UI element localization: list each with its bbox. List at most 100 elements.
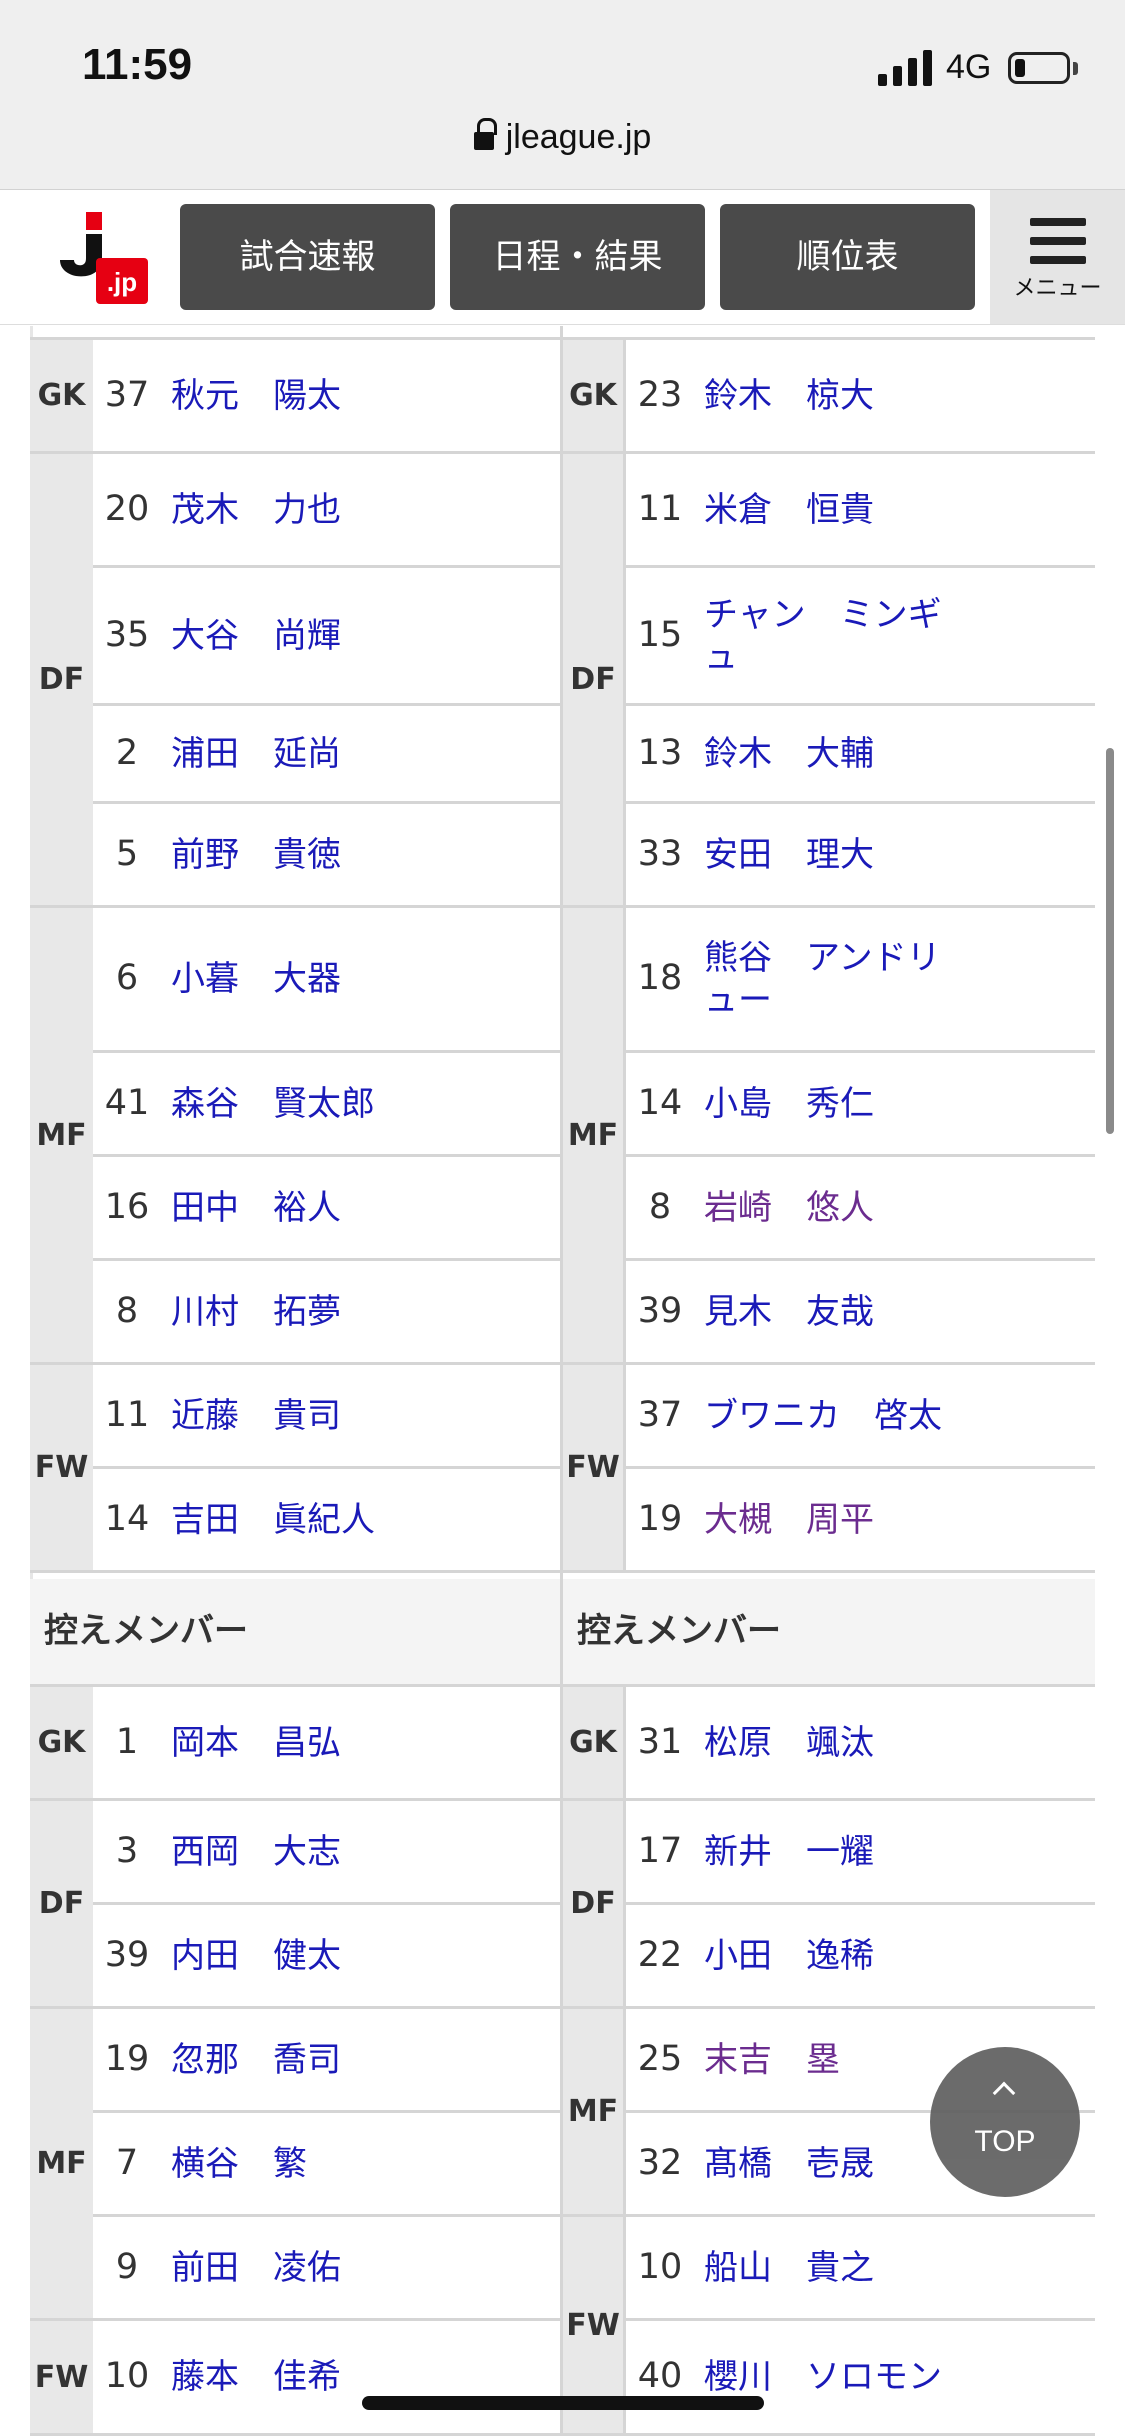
player-name-link[interactable]: 鈴木 椋大 [704, 375, 974, 417]
lock-icon [473, 118, 497, 151]
player-name-link[interactable]: 小島 秀仁 [704, 1083, 974, 1125]
player-row[interactable]: 37 ブワニカ 啓太 [626, 1365, 1095, 1469]
player-row[interactable]: 33 安田 理大 [626, 804, 1095, 908]
player-row[interactable]: 31 松原 颯汰 [626, 1687, 1095, 1801]
player-row[interactable]: 22 小田 逸稀 [626, 1905, 1095, 2009]
player-number: 39 [104, 1934, 150, 1975]
player-row[interactable]: 10 藤本 佳希 [93, 2321, 560, 2436]
player-number: 17 [637, 1830, 683, 1871]
player-name-link[interactable]: 大谷 尚輝 [171, 615, 441, 657]
player-row[interactable]: 15 チャン ミンギュ [626, 568, 1095, 706]
home-indicator [362, 2396, 764, 2410]
player-row[interactable]: 19 忽那 喬司 [93, 2009, 560, 2113]
player-number: 14 [104, 1498, 150, 1539]
player-name-link[interactable]: 吉田 眞紀人 [171, 1499, 441, 1541]
player-row[interactable]: 19 大槻 周平 [626, 1469, 1095, 1573]
player-name-link[interactable]: 横谷 繁 [171, 2143, 441, 2185]
player-row[interactable]: 39 内田 健太 [93, 1905, 560, 2009]
player-number: 1 [115, 1721, 139, 1762]
player-row[interactable]: 23 鈴木 椋大 [626, 340, 1095, 454]
player-name-link[interactable]: 新井 一耀 [704, 1831, 974, 1873]
player-name-link[interactable]: 前野 貴徳 [171, 834, 441, 876]
player-number: 35 [104, 614, 150, 655]
position-label-gk: GK [563, 1687, 626, 1801]
player-name-link[interactable]: 岩崎 悠人 [704, 1187, 974, 1229]
player-name-link[interactable]: 前田 凌佑 [171, 2247, 441, 2289]
player-row[interactable]: 2 浦田 延尚 [93, 706, 560, 804]
player-row[interactable]: 10 船山 貴之 [626, 2217, 1095, 2321]
player-name-link[interactable]: 熊谷 アンドリュー [704, 937, 974, 1021]
player-name-link[interactable]: 秋元 陽太 [171, 375, 441, 417]
player-row[interactable]: 13 鈴木 大輔 [626, 706, 1095, 804]
player-name-link[interactable]: 忽那 喬司 [171, 2039, 441, 2081]
player-name-link[interactable]: 岡本 昌弘 [171, 1722, 441, 1764]
back-to-top-button[interactable]: TOP [930, 2047, 1080, 2197]
player-row[interactable]: 14 吉田 眞紀人 [93, 1469, 560, 1573]
player-row[interactable]: 41 森谷 賢太郎 [93, 1053, 560, 1157]
player-row[interactable]: 11 近藤 貴司 [93, 1365, 560, 1469]
player-name-link[interactable]: 米倉 恒貴 [704, 489, 974, 531]
player-row[interactable]: 5 前野 貴徳 [93, 804, 560, 908]
player-number: 18 [637, 958, 683, 998]
player-name-link[interactable]: 西岡 大志 [171, 1831, 441, 1873]
player-name-link[interactable]: 小暮 大器 [171, 958, 441, 1000]
player-number: 3 [115, 1830, 139, 1871]
player-number: 41 [104, 1082, 150, 1123]
player-row[interactable]: 3 西岡 大志 [93, 1801, 560, 1905]
player-number: 11 [637, 488, 683, 529]
scrollbar[interactable] [1106, 748, 1114, 1134]
player-name-link[interactable]: 内田 健太 [171, 1935, 441, 1977]
player-row[interactable]: 35 大谷 尚輝 [93, 568, 560, 706]
player-row[interactable]: 8 岩崎 悠人 [626, 1157, 1095, 1261]
nav-standings[interactable]: 順位表 [720, 204, 975, 310]
player-row[interactable]: 40 櫻川 ソロモン [626, 2321, 1095, 2436]
player-name-link[interactable]: 船山 貴之 [704, 2247, 974, 2289]
player-name-link[interactable]: 小田 逸稀 [704, 1935, 974, 1977]
player-row[interactable]: 17 新井 一耀 [626, 1801, 1095, 1905]
player-name-link[interactable]: 浦田 延尚 [171, 733, 441, 775]
player-name-link[interactable]: 茂木 力也 [171, 489, 441, 531]
player-name-link[interactable]: チャン ミンギュ [704, 594, 974, 678]
player-name-link[interactable]: 櫻川 ソロモン [704, 2356, 974, 2398]
player-row[interactable]: 7 横谷 繁 [93, 2113, 560, 2217]
player-name-link[interactable]: 安田 理大 [704, 834, 974, 876]
player-row[interactable]: 16 田中 裕人 [93, 1157, 560, 1261]
player-name-link[interactable]: ブワニカ 啓太 [704, 1395, 974, 1437]
player-number: 11 [104, 1394, 150, 1435]
player-name-link[interactable]: 川村 拓夢 [171, 1291, 441, 1333]
player-name-link[interactable]: 大槻 周平 [704, 1499, 974, 1541]
position-label-mf: MF [563, 2009, 626, 2217]
player-name-link[interactable]: 近藤 貴司 [171, 1395, 441, 1437]
player-name-link[interactable]: 田中 裕人 [171, 1187, 441, 1229]
player-name-link[interactable]: 藤本 佳希 [171, 2356, 441, 2398]
battery-icon [1008, 52, 1070, 84]
player-number: 8 [648, 1186, 672, 1227]
player-row[interactable]: 1 岡本 昌弘 [93, 1687, 560, 1801]
browser-chrome: 11:59 4G jleague.jp [0, 0, 1125, 190]
nav-schedule-results[interactable]: 日程・結果 [450, 204, 705, 310]
player-row[interactable]: 8 川村 拓夢 [93, 1261, 560, 1365]
player-name-link[interactable]: 森谷 賢太郎 [171, 1083, 441, 1125]
address-bar[interactable]: jleague.jp [0, 118, 1125, 157]
player-row[interactable]: 37 秋元 陽太 [93, 340, 560, 454]
site-header: .jp 試合速報 日程・結果 順位表 メニュー [0, 190, 1125, 325]
position-label-df: DF [30, 454, 93, 908]
player-number: 23 [637, 374, 683, 415]
player-row[interactable]: 18 熊谷 アンドリュー [626, 908, 1095, 1053]
player-row[interactable]: 6 小暮 大器 [93, 908, 560, 1053]
player-row[interactable]: 14 小島 秀仁 [626, 1053, 1095, 1157]
player-row[interactable]: 20 茂木 力也 [93, 454, 560, 568]
hamburger-icon [1030, 218, 1086, 264]
player-name-link[interactable]: 鈴木 大輔 [704, 733, 974, 775]
player-name-link[interactable]: 松原 颯汰 [704, 1722, 974, 1764]
player-row[interactable]: 11 米倉 恒貴 [626, 454, 1095, 568]
jleague-logo[interactable]: .jp [50, 206, 150, 306]
home-subs-header: 控えメンバー [30, 1579, 560, 1687]
player-row[interactable]: 39 見木 友哉 [626, 1261, 1095, 1365]
away-subs-header: 控えメンバー [563, 1579, 1095, 1687]
nav-match-live[interactable]: 試合速報 [180, 204, 435, 310]
player-name-link[interactable]: 見木 友哉 [704, 1291, 974, 1333]
player-name-link[interactable]: 末吉 塁 [704, 2039, 974, 2081]
menu-button[interactable]: メニュー [990, 190, 1125, 324]
player-row[interactable]: 9 前田 凌佑 [93, 2217, 560, 2321]
